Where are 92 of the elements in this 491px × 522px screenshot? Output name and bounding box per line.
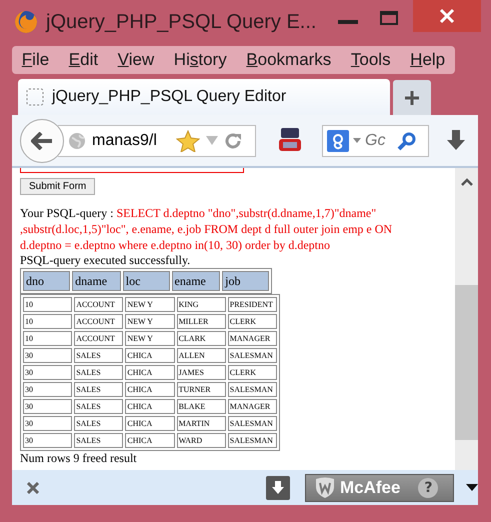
menu-item[interactable]: History: [174, 50, 227, 70]
globe-icon: [68, 132, 86, 150]
tv-icon[interactable]: [278, 128, 302, 154]
plus-icon: [404, 90, 420, 106]
search-engine-icon[interactable]: [327, 130, 349, 152]
column-header: job: [222, 271, 269, 291]
scrollbar[interactable]: [455, 168, 478, 470]
table-cell: SALES: [74, 382, 124, 397]
table-cell: CHICA: [125, 399, 175, 414]
back-arrow-icon: [31, 132, 53, 150]
menu-item[interactable]: View: [118, 50, 154, 70]
page-icon: [26, 88, 44, 106]
table-cell: NEW Y: [125, 331, 175, 346]
table-cell: ACCOUNT: [74, 297, 124, 312]
table-cell: MANAGER: [228, 399, 277, 414]
table-cell: SALESMAN: [228, 382, 277, 397]
menu-item[interactable]: Bookmarks: [246, 50, 332, 70]
table-cell: PRESIDENT: [228, 297, 277, 312]
table-cell: ACCOUNT: [74, 314, 124, 329]
reload-icon[interactable]: [224, 132, 242, 150]
menu-item[interactable]: Tools: [350, 50, 391, 70]
search-icon[interactable]: [397, 130, 417, 150]
table-cell: SALES: [74, 348, 124, 363]
query-text-area[interactable]: [20, 168, 244, 173]
table-cell: CHICA: [125, 433, 175, 448]
back-button[interactable]: [20, 118, 64, 162]
table-cell: 30: [23, 348, 72, 363]
table-cell: NEW Y: [125, 314, 175, 329]
dropdown-icon[interactable]: [466, 484, 478, 491]
firefox-logo-icon: [14, 10, 38, 34]
table-cell: CHICA: [125, 348, 175, 363]
security-badge[interactable]: McAfee ?: [305, 474, 454, 502]
address-bar[interactable]: manas9/l: [58, 124, 256, 156]
download-icon[interactable]: [266, 476, 290, 500]
menu-item[interactable]: File: [22, 50, 50, 70]
window-title: jQuery_PHP_PSQL Query E...: [46, 10, 316, 34]
table-cell: 30: [23, 365, 72, 380]
star-icon[interactable]: [176, 130, 200, 152]
table-cell: WARD: [176, 433, 226, 448]
table-cell: CHICA: [125, 365, 175, 380]
column-header: dname: [72, 271, 121, 291]
table-cell: MARTIN: [176, 416, 226, 431]
query-text: Your PSQL-query : SELECT d.deptno "dno",substr(d.dname,1,7)"dname" ,substr(d.loc,1,5)"loc", e.ename, e.job FROM dept d full outer join emp e ON d.deptno = e.deptno where e.deptno in(10, 30) order by d.deptno: [20, 205, 394, 253]
column-header: dno: [23, 271, 70, 291]
table-cell: ALLEN: [176, 348, 226, 363]
table-cell: CLARK: [176, 331, 226, 346]
table-cell: CHICA: [125, 416, 175, 431]
table-cell: 10: [23, 314, 72, 329]
table-cell: KING: [176, 297, 226, 312]
table-cell: TURNER: [176, 382, 226, 397]
maximize-icon[interactable]: [380, 11, 398, 25]
browser-tab[interactable]: jQuery_PHP_PSQL Query Editor: [18, 79, 390, 115]
table-cell: CLERK: [228, 365, 277, 380]
shield-icon: [314, 476, 336, 498]
table-cell: BLAKE: [176, 399, 226, 414]
submit-button[interactable]: Submit Form: [20, 178, 96, 195]
table-cell: CHICA: [125, 382, 175, 397]
table-cell: SALES: [74, 433, 124, 448]
new-tab-button[interactable]: [393, 80, 431, 115]
table-cell: SALES: [74, 416, 124, 431]
table-cell: 30: [23, 433, 72, 448]
table-cell: SALESMAN: [228, 433, 277, 448]
table-cell: SALESMAN: [228, 348, 277, 363]
table-cell: SALES: [74, 365, 124, 380]
caret-icon[interactable]: [353, 138, 361, 143]
menu-item[interactable]: Edit: [68, 50, 98, 70]
scroll-up-icon[interactable]: [461, 178, 473, 186]
table-cell: 30: [23, 399, 72, 414]
column-header: loc: [122, 271, 170, 291]
close-button[interactable]: [413, 0, 481, 32]
close-icon[interactable]: [27, 482, 39, 494]
help-icon[interactable]: ?: [418, 478, 438, 498]
table-cell: SALESMAN: [228, 416, 277, 431]
table-cell: NEW Y: [125, 297, 175, 312]
table-cell: CLERK: [228, 314, 277, 329]
table-cell: 30: [23, 382, 72, 397]
table-cell: 30: [23, 416, 72, 431]
table-cell: 10: [23, 297, 72, 312]
table-cell: MANAGER: [228, 331, 277, 346]
table-cell: SALES: [74, 399, 124, 414]
result-message: Num rows 9 freed result: [20, 451, 138, 466]
table-cell: JAMES: [176, 365, 226, 380]
table-cell: MILLER: [176, 314, 226, 329]
download-icon[interactable]: [447, 130, 465, 152]
close-icon: [439, 8, 455, 24]
table-cell: ACCOUNT: [74, 331, 124, 346]
menu-item[interactable]: Help: [410, 50, 446, 70]
status-message: PSQL-query executed successfully.: [20, 253, 192, 268]
search-field[interactable]: Gc: [365, 132, 393, 150]
minimize-icon[interactable]: [338, 20, 358, 24]
table-cell: 10: [23, 331, 72, 346]
column-header: ename: [172, 271, 220, 291]
